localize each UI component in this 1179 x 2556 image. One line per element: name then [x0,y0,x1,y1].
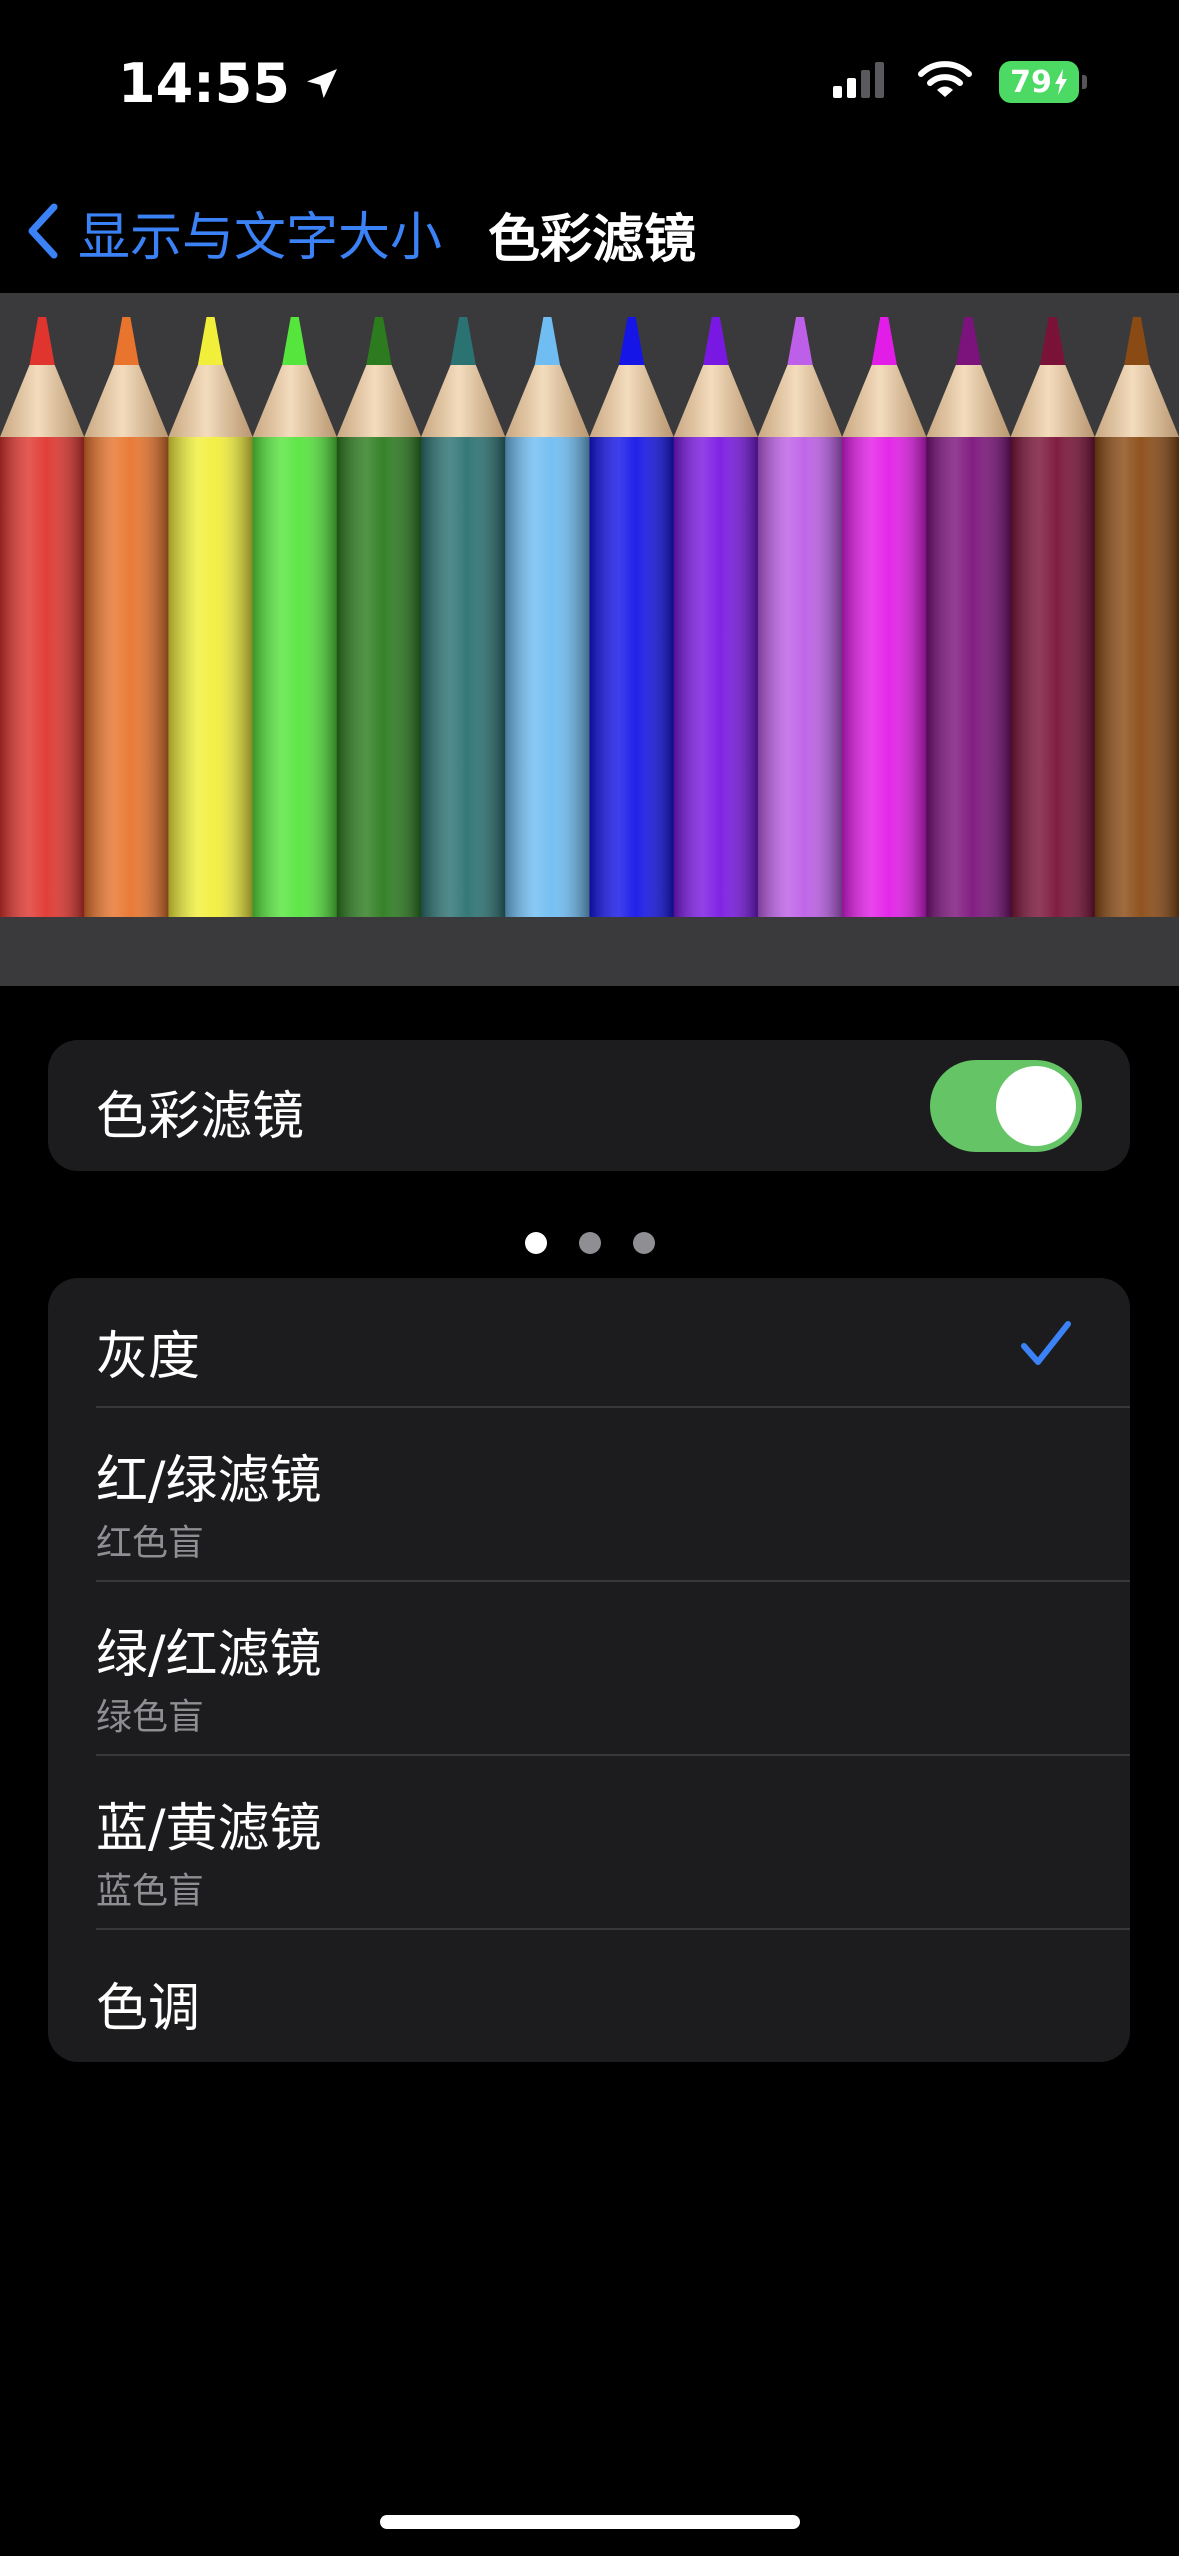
toggle-knob [996,1066,1076,1146]
status-time: 14:55 [118,52,290,115]
page-dot[interactable] [524,1232,547,1254]
filter-option-sublabel: 蓝色盲 [96,1871,205,1912]
pencil [84,317,169,917]
page-dot[interactable] [578,1232,601,1254]
filter-option-label: 红/绿滤镜 [96,1451,322,1511]
pencil [673,317,759,917]
pencil [0,317,85,917]
status-bar: 14:55 79 [0,0,1179,170]
pencil [421,317,506,917]
cellular-signal-icon [831,60,891,104]
back-label: 显示与文字大小 [78,208,443,268]
page-dot[interactable] [632,1232,655,1254]
pencil [926,317,1012,917]
nav-bar: 显示与文字大小 色彩滤镜 [0,175,1179,295]
filter-option-green-red[interactable]: 绿/红滤镜 绿色盲 [48,1582,1130,1756]
back-button[interactable]: 显示与文字大小 [24,195,442,270]
location-arrow-icon [302,64,342,104]
color-filter-toggle-label: 色彩滤镜 [96,1087,305,1147]
wifi-icon [917,60,973,104]
filter-option-red-green[interactable]: 红/绿滤镜 红色盲 [48,1408,1130,1582]
home-indicator[interactable] [380,2515,800,2529]
color-preview[interactable] [0,293,1179,1254]
filter-option-label: 色调 [96,1979,201,2039]
page-indicator[interactable] [0,1219,1179,1267]
pencil [1094,317,1179,917]
filter-option-label: 蓝/黄滤镜 [96,1799,322,1859]
filter-option-blue-yellow[interactable]: 蓝/黄滤镜 蓝色盲 [48,1756,1130,1930]
filter-option-label: 灰度 [96,1327,201,1387]
checkmark-icon [1018,1316,1074,1376]
pencil [336,317,422,917]
filter-option-color-tint[interactable]: 色调 [48,1930,1130,2060]
pencil [589,317,675,917]
status-time-group: 14:55 [118,52,342,115]
pencil [1010,317,1096,917]
chevron-left-icon [24,199,64,267]
filter-option-grayscale[interactable]: 灰度 [48,1278,1130,1408]
pencil [505,317,590,917]
pencil [757,317,843,917]
filter-options-list: 灰度 红/绿滤镜 红色盲 绿/红滤镜 绿色盲 蓝/黄滤镜 蓝色盲 色调 [48,1278,1130,2062]
battery-charging-icon: 79 [999,61,1087,103]
pencil [168,317,254,917]
filter-option-sublabel: 红色盲 [96,1523,205,1564]
color-filter-toggle-row: 色彩滤镜 [48,1040,1130,1171]
status-icons: 79 [831,60,1087,104]
battery-level: 79 [1010,64,1052,100]
filter-option-sublabel: 绿色盲 [96,1697,205,1738]
pencil [252,317,338,917]
color-filter-toggle[interactable] [930,1060,1082,1152]
page-title: 色彩滤镜 [488,210,697,270]
pencil [842,317,927,917]
filter-option-label: 绿/红滤镜 [96,1625,322,1685]
color-filter-toggle-group: 色彩滤镜 [48,1040,1130,1171]
